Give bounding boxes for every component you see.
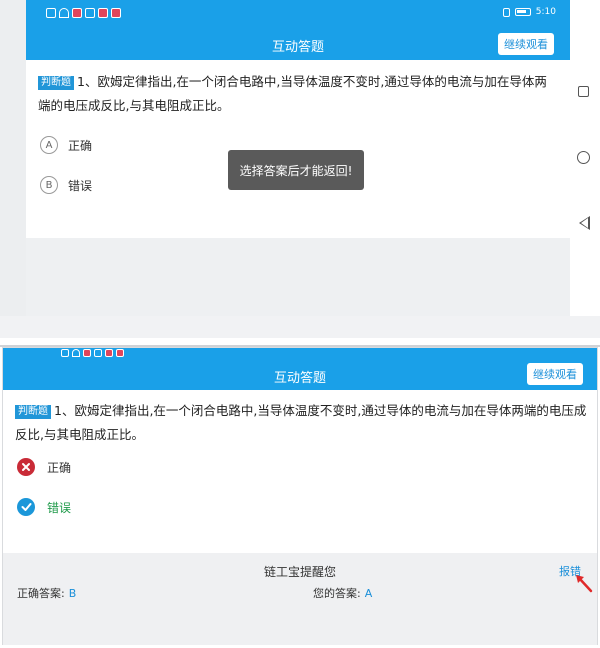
status-icons <box>61 349 124 357</box>
app-icon <box>83 349 91 357</box>
left-edge <box>0 0 26 338</box>
option-b-result: 错误 <box>17 498 71 516</box>
option-a-label: 正确 <box>68 138 93 153</box>
option-b[interactable]: B 错误 <box>40 176 92 194</box>
continue-watching-button[interactable]: 继续观看 <box>498 33 554 55</box>
question-type-tag: 判断题 <box>38 76 74 90</box>
wifi-icon <box>59 8 69 18</box>
red-arrow-icon <box>576 575 593 593</box>
option-b-label: 错误 <box>68 178 93 193</box>
toast-message: 选择答案后才能返回! <box>228 150 364 190</box>
vibrate-icon <box>502 7 510 17</box>
answer-feedback-panel: 链工宝提醒您 报错 正确答案: B 您的答案: A <box>3 553 597 645</box>
question-body: 1、欧姆定律指出,在一个闭合电路中,当导体温度不变时,通过导体的电流与加在导体两… <box>38 74 547 113</box>
question-text: 判断题 1、欧姆定律指出,在一个闭合电路中,当导体温度不变时,通过导体的电流与加在… <box>38 70 558 118</box>
top-screenshot: 5:10 互动答题 继续观看 判断题 1、欧姆定律指出,在一个闭合电路中,当导体温… <box>0 0 600 338</box>
feedback-title: 链工宝提醒您 <box>263 565 336 579</box>
app-icon <box>72 8 82 18</box>
correct-answer-label: 正确答案: <box>17 587 65 600</box>
app-icon <box>105 349 113 357</box>
correct-check-icon <box>17 498 35 516</box>
option-b-label: 错误 <box>47 500 72 515</box>
your-answer-label: 您的答案: <box>313 587 361 600</box>
title-bar: 互动答题 继续观看 <box>26 26 570 60</box>
option-a-result: 正确 <box>17 458 71 476</box>
status-right: 5:10 <box>502 7 556 17</box>
page-title: 互动答题 <box>271 40 324 55</box>
option-a-label: 正确 <box>47 460 72 475</box>
wifi-icon <box>72 349 80 357</box>
your-answer: 您的答案: A <box>313 585 372 601</box>
question-body: 1、欧姆定律指出,在一个闭合电路中,当导体温度不变时,通过导体的电流与加在导体两… <box>15 403 587 442</box>
app-icon <box>98 8 108 18</box>
quiz-screen: 5:10 互动答题 继续观看 判断题 1、欧姆定律指出,在一个闭合电路中,当导体温… <box>26 0 570 316</box>
question-text: 判断题 1、欧姆定律指出,在一个闭合电路中,当导体温度不变时,通过导体的电流与加在… <box>15 399 587 447</box>
app-icon <box>116 349 124 357</box>
page-title: 互动答题 <box>273 371 326 386</box>
back-icon[interactable] <box>579 216 590 230</box>
continue-watching-button[interactable]: 继续观看 <box>527 363 583 385</box>
bottom-screenshot: 互动答题 继续观看 判断题 1、欧姆定律指出,在一个闭合电路中,当导体温度不变时,… <box>2 347 598 645</box>
notification-icon <box>46 8 56 18</box>
bottom-edge <box>0 316 600 338</box>
notification-icon <box>61 349 69 357</box>
correct-answer-value: B <box>68 587 77 600</box>
option-b-radio[interactable]: B <box>40 176 58 194</box>
page: 5:10 互动答题 继续观看 判断题 1、欧姆定律指出,在一个闭合电路中,当导体温… <box>0 0 600 648</box>
battery-icon <box>514 8 531 16</box>
blank-area <box>26 238 570 316</box>
option-a-radio[interactable]: A <box>40 136 58 154</box>
recent-apps-icon[interactable] <box>578 86 589 97</box>
app-icon <box>111 8 121 18</box>
correct-answer: 正确答案: B <box>17 585 76 601</box>
option-a[interactable]: A 正确 <box>40 136 92 154</box>
question-type-tag: 判断题 <box>15 405 51 419</box>
status-icons <box>46 8 121 18</box>
app-icon <box>94 349 102 357</box>
status-bar: 5:10 <box>26 0 570 26</box>
home-icon[interactable] <box>577 151 590 164</box>
nav-bar <box>570 0 600 316</box>
status-bar <box>3 348 597 358</box>
status-time: 5:10 <box>535 7 556 17</box>
your-answer-value: A <box>364 587 373 600</box>
wrong-cross-icon <box>17 458 35 476</box>
title-bar: 互动答题 继续观看 <box>3 358 597 390</box>
app-icon <box>85 8 95 18</box>
